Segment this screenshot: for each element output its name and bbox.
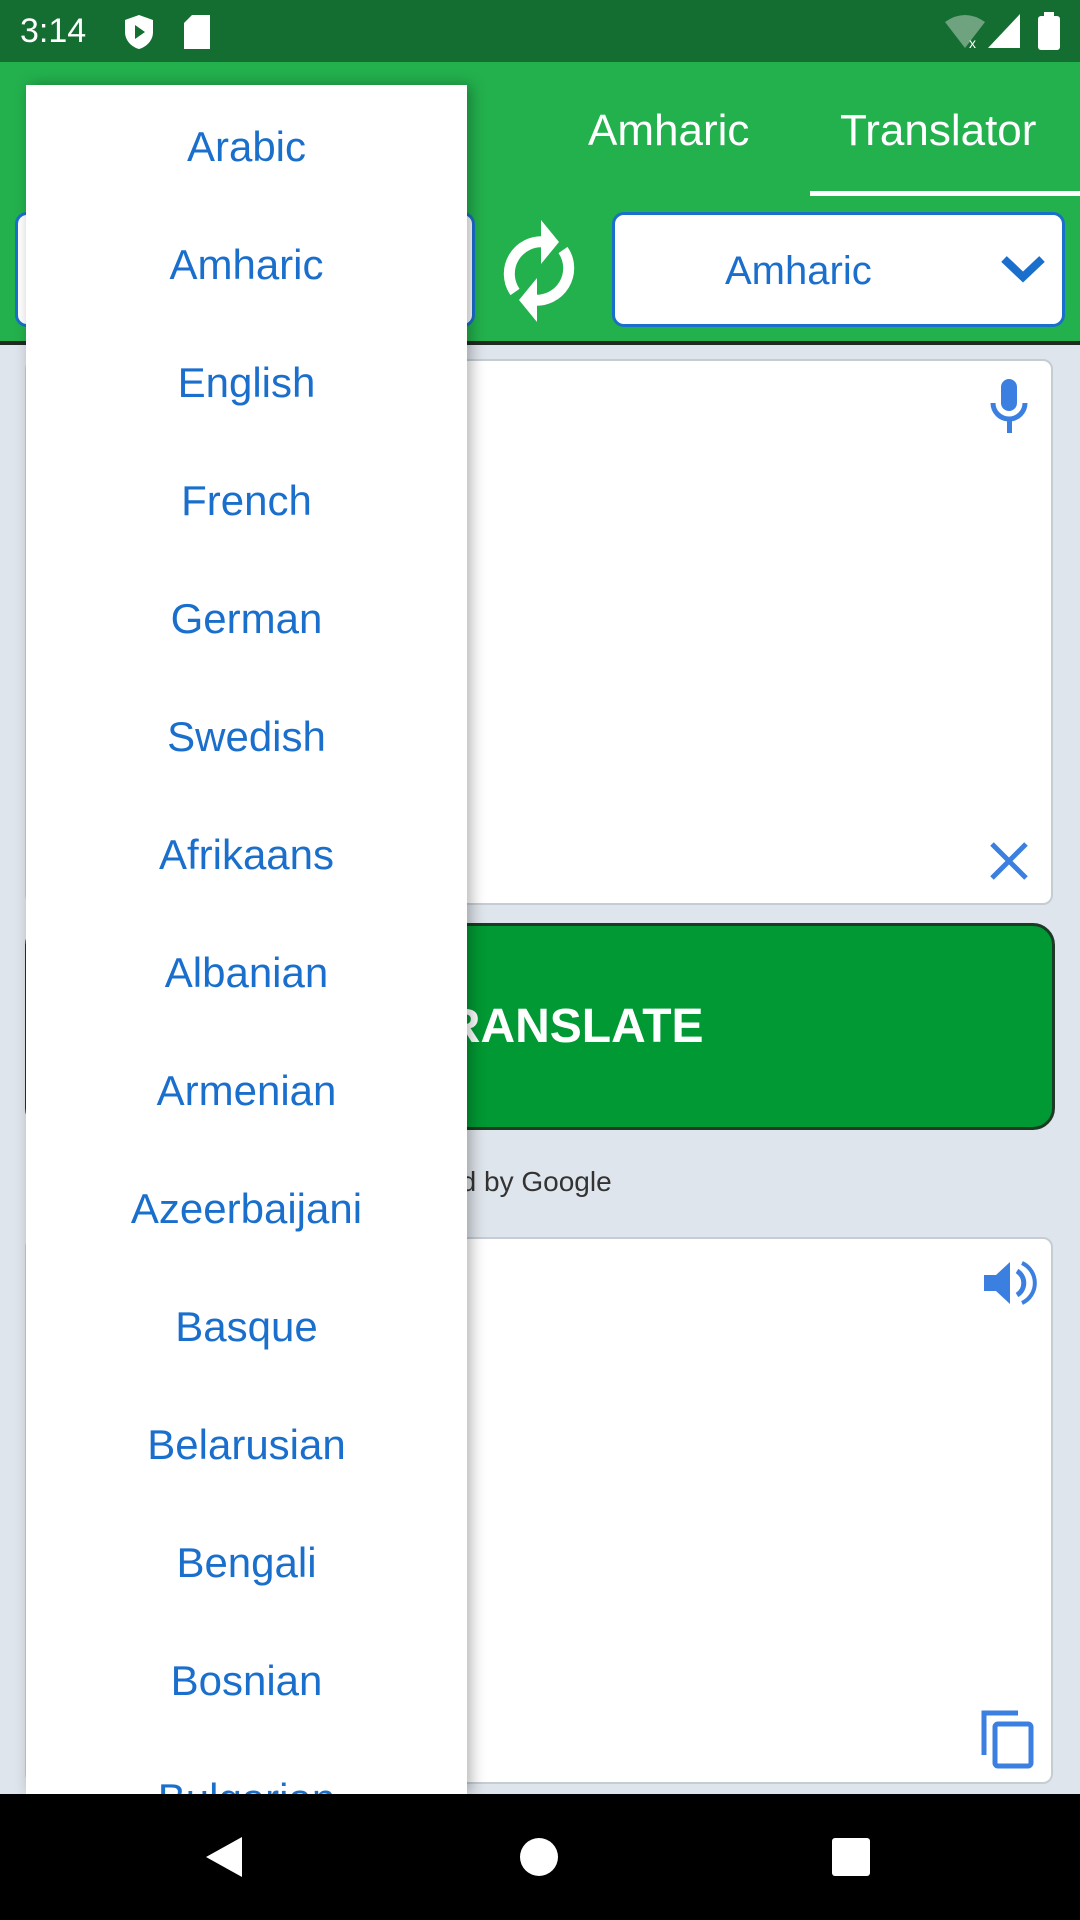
dropdown-item[interactable]: Bengali [26, 1504, 467, 1622]
microphone-icon[interactable] [989, 379, 1029, 433]
wifi-off-icon: x [945, 15, 985, 48]
chevron-down-icon [1001, 256, 1045, 283]
svg-text:x: x [969, 35, 976, 48]
copy-icon[interactable] [980, 1709, 1036, 1769]
dropdown-item[interactable]: Bulgarian [26, 1740, 467, 1794]
swap-languages-icon[interactable] [497, 212, 581, 330]
back-icon[interactable] [204, 1835, 244, 1879]
dropdown-item[interactable]: French [26, 442, 467, 560]
target-language-spinner[interactable]: Amharic [612, 212, 1065, 327]
dropdown-item[interactable]: Armenian [26, 1032, 467, 1150]
dropdown-item[interactable]: Basque [26, 1268, 467, 1386]
sd-card-icon [184, 15, 210, 49]
clear-icon[interactable] [989, 841, 1029, 881]
status-time: 3:14 [20, 12, 87, 50]
dropdown-item[interactable]: Albanian [26, 914, 467, 1032]
tab-amharic[interactable]: Amharic [588, 106, 749, 156]
target-language-value: Amharic [725, 249, 872, 293]
dropdown-item[interactable]: English [26, 324, 467, 442]
home-icon[interactable] [520, 1838, 558, 1876]
dropdown-item[interactable]: Arabic [26, 88, 467, 206]
signal-icon [988, 14, 1020, 48]
dropdown-item[interactable]: German [26, 560, 467, 678]
speaker-icon[interactable] [982, 1259, 1038, 1307]
dropdown-item[interactable]: Swedish [26, 678, 467, 796]
language-dropdown: Arabic Amharic English French German Swe… [26, 85, 467, 1794]
battery-icon [1038, 12, 1060, 50]
tab-translator[interactable]: Translator [840, 106, 1036, 156]
status-bar: 3:14 x [0, 0, 1080, 62]
dropdown-item[interactable]: Bosnian [26, 1622, 467, 1740]
dropdown-item[interactable]: Afrikaans [26, 796, 467, 914]
dropdown-item[interactable]: Belarusian [26, 1386, 467, 1504]
navigation-bar [0, 1794, 1080, 1920]
dropdown-item[interactable]: Amharic [26, 206, 467, 324]
tab-indicator [810, 191, 1080, 196]
dropdown-item[interactable]: Azeerbaijani [26, 1150, 467, 1268]
recents-icon[interactable] [832, 1838, 870, 1876]
shield-play-icon [125, 15, 153, 49]
